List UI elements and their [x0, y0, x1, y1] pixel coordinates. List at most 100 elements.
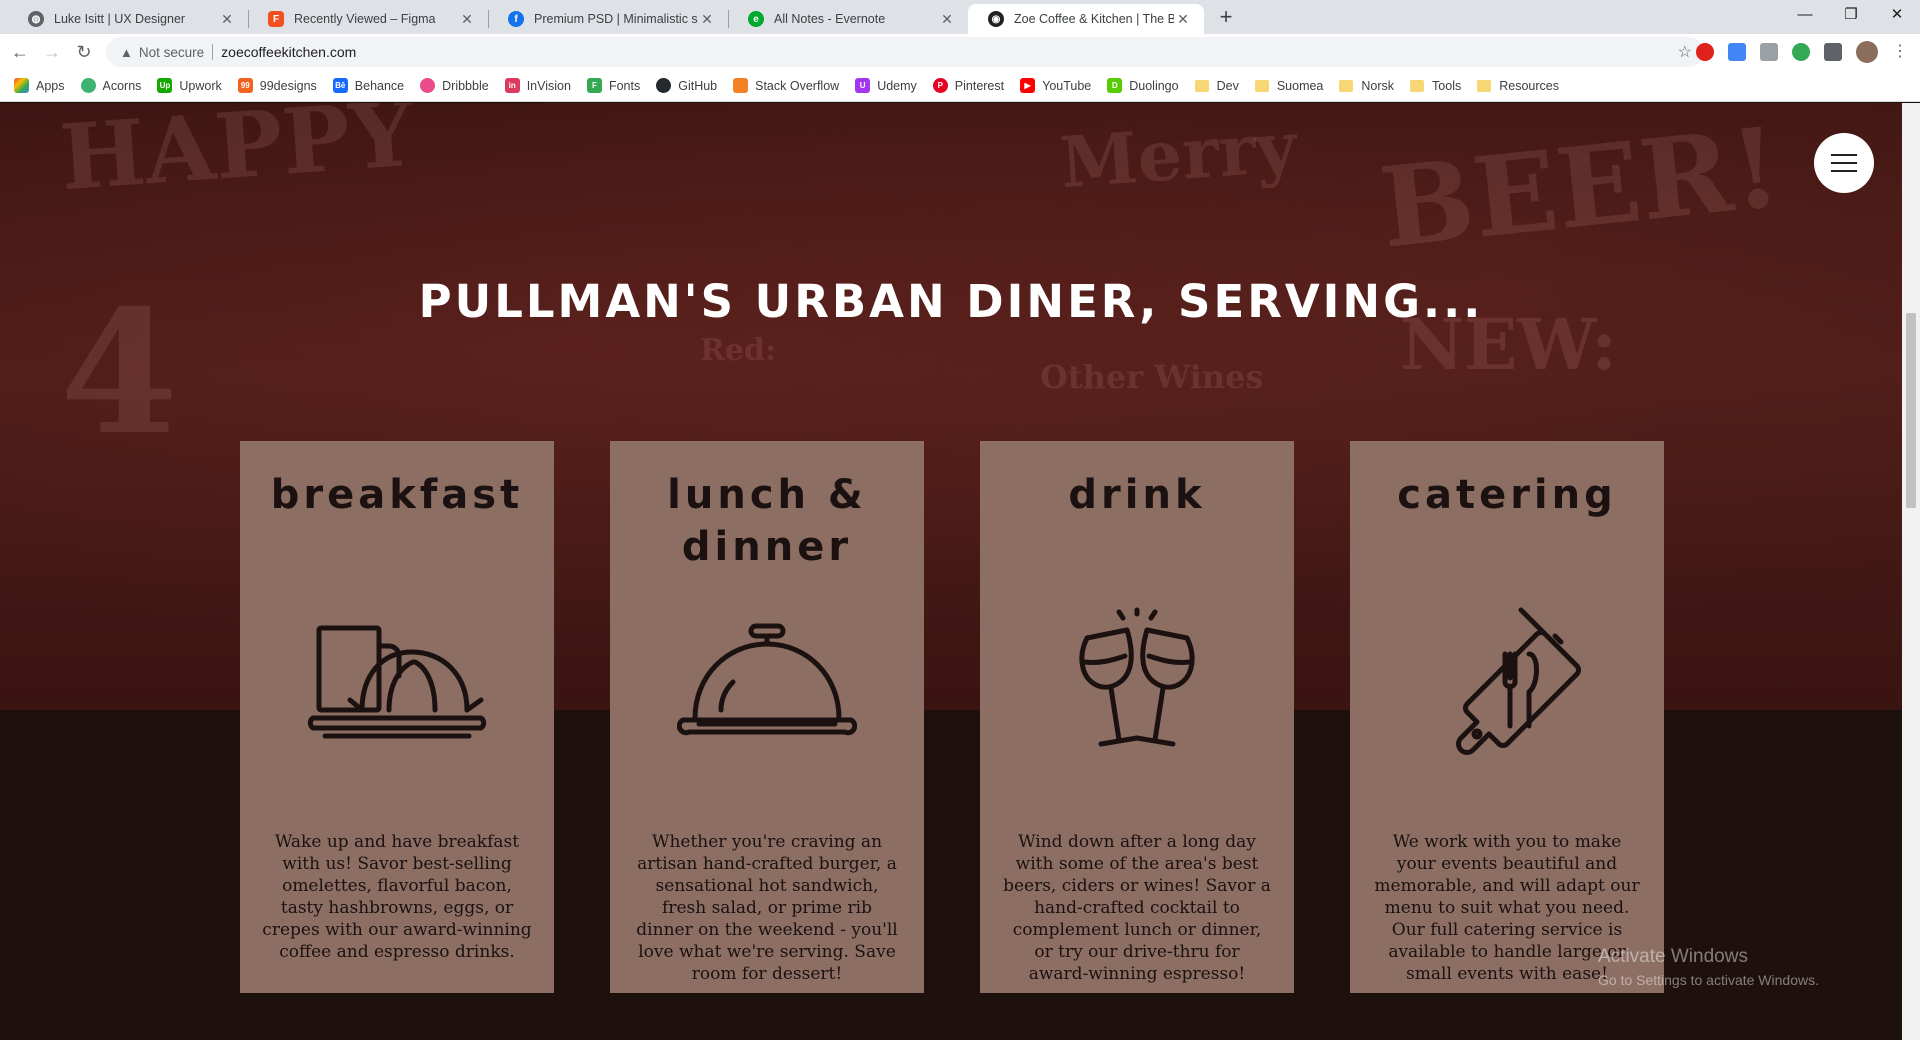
close-icon[interactable]: ✕	[1174, 11, 1192, 28]
play-extension-icon[interactable]	[1792, 43, 1810, 61]
chalkboard-decoration: BEER!	[1374, 103, 1787, 273]
bookmark-duolingo[interactable]: D Duolingo	[1107, 78, 1179, 93]
url-text[interactable]: zoecoffeekitchen.com	[221, 44, 356, 60]
tab-title: Zoe Coffee & Kitchen | The Best P	[1014, 12, 1174, 26]
restore-icon[interactable]: ❐	[1828, 0, 1874, 32]
bookmark-dribbble[interactable]: Dribbble	[420, 78, 489, 93]
tab-zoe-coffee[interactable]: ◉ Zoe Coffee & Kitchen | The Best P ✕	[968, 4, 1204, 34]
bookmark-folder-suomea[interactable]: Suomea	[1254, 79, 1323, 93]
card-title: lunch & dinner	[667, 472, 867, 570]
tab-premium-psd[interactable]: f Premium PSD | Minimalistic scene ✕	[488, 4, 728, 34]
address-bar[interactable]: ▲ Not secure zoecoffeekitchen.com ☆	[106, 37, 1704, 67]
tab-figma[interactable]: F Recently Viewed – Figma ✕	[248, 4, 488, 34]
bookmark-label: Resources	[1499, 78, 1559, 93]
bookmark-invision[interactable]: in InVision	[504, 78, 571, 93]
bookmark-folder-norsk[interactable]: Norsk	[1339, 79, 1394, 93]
page-scrollbar[interactable]	[1902, 103, 1920, 1040]
chalkboard-decoration: Red:	[700, 333, 777, 368]
acorns-icon	[80, 78, 96, 93]
udemy-icon: U	[855, 78, 871, 93]
puzzle-extensions-icon[interactable]	[1824, 43, 1842, 61]
globe-icon: ◍	[28, 11, 44, 27]
bookmark-label: Pinterest	[954, 78, 1005, 93]
bookmark-upwork[interactable]: Up Upwork	[157, 78, 222, 93]
minimize-icon[interactable]: —	[1782, 0, 1828, 32]
new-tab-button[interactable]: +	[1212, 5, 1240, 29]
browser-toolbar: ← → ↻ ▲ Not secure zoecoffeekitchen.com …	[0, 34, 1920, 70]
warning-icon: ▲	[120, 44, 133, 60]
opera-extension-icon[interactable]	[1696, 43, 1714, 61]
bookmark-label: Stack Overflow	[755, 78, 840, 93]
bookmark-stack-overflow[interactable]: Stack Overflow	[733, 78, 839, 93]
bookmark-folder-resources[interactable]: Resources	[1477, 79, 1559, 93]
card-breakfast[interactable]: breakfast Wake up and have breakfast wit…	[240, 441, 554, 993]
section-headline: PULLMAN'S URBAN DINER, SERVING...	[418, 275, 1484, 328]
profile-avatar[interactable]	[1856, 41, 1878, 63]
omnibox-divider	[212, 44, 214, 60]
chalkboard-decoration: HAPPY	[56, 103, 418, 212]
tab-title: Recently Viewed – Figma	[294, 12, 436, 26]
watermark-title: Activate Windows	[1598, 946, 1748, 967]
card-title: breakfast	[270, 472, 524, 518]
bookmark-youtube[interactable]: ▶ YouTube	[1020, 78, 1091, 93]
hamburger-menu-button[interactable]	[1814, 133, 1874, 193]
tab-luke-isitt[interactable]: ◍ Luke Isitt | UX Designer ✕	[8, 4, 248, 34]
close-icon[interactable]: ✕	[218, 11, 236, 28]
bookmark-folder-dev[interactable]: Dev	[1194, 78, 1239, 93]
bookmark-99designs[interactable]: 99 99designs	[237, 78, 317, 93]
tab-evernote[interactable]: e All Notes - Evernote ✕	[728, 4, 968, 34]
bookmark-label: Tools	[1432, 78, 1462, 93]
bookmark-folder-tools[interactable]: Tools	[1410, 79, 1461, 93]
card-drink[interactable]: drink Wind down after a long day with so…	[980, 441, 1294, 993]
bookmark-apps[interactable]: Apps	[14, 78, 65, 93]
cloche-icon	[677, 623, 857, 736]
tab-title: Luke Isitt | UX Designer	[54, 12, 186, 26]
bookmark-label: InVision	[526, 78, 571, 93]
scrollbar-thumb[interactable]	[1906, 313, 1916, 508]
bookmark-github[interactable]: GitHub	[656, 78, 717, 93]
bookmark-fonts[interactable]: F Fonts	[586, 78, 641, 93]
evernote-icon: e	[748, 11, 764, 27]
99designs-icon: 99	[237, 78, 253, 93]
menu-line	[1831, 170, 1857, 172]
bookmark-label: YouTube	[1042, 78, 1092, 93]
tab-title: Premium PSD | Minimalistic scene	[534, 12, 698, 26]
card-description: Wind down after a long day with some of …	[1003, 832, 1271, 984]
bookmark-label: Upwork	[179, 78, 222, 93]
figma-icon: F	[268, 11, 284, 27]
card-catering[interactable]: catering We work with you to make your e…	[1350, 441, 1664, 993]
bookmark-star-icon[interactable]: ☆	[1678, 42, 1692, 62]
back-arrow-icon[interactable]: ←	[6, 38, 34, 66]
pinterest-icon: P	[932, 78, 948, 93]
close-icon[interactable]: ✕	[938, 11, 956, 28]
bookmark-udemy[interactable]: U Udemy	[855, 78, 917, 93]
security-status: Not secure	[138, 44, 205, 60]
card-title: drink	[1068, 472, 1206, 518]
bookmark-pinterest[interactable]: P Pinterest	[932, 78, 1005, 93]
coffee-croissant-icon	[307, 625, 487, 739]
bookmark-acorns[interactable]: Acorns	[80, 78, 141, 93]
stackoverflow-icon	[733, 78, 749, 93]
bookmark-label: Duolingo	[1129, 78, 1179, 93]
close-icon[interactable]: ✕	[698, 11, 716, 28]
wine-toast-icon	[1079, 607, 1195, 747]
site-icon: ◉	[988, 11, 1004, 27]
cast-extension-icon[interactable]	[1760, 43, 1778, 61]
bookmark-label: 99designs	[259, 78, 317, 93]
forward-arrow-icon[interactable]: →	[38, 38, 66, 66]
bookmark-label: Dev	[1216, 78, 1239, 93]
card-lunch-dinner[interactable]: lunch & dinner Whether you're craving an…	[610, 441, 924, 993]
bookmark-label: Fonts	[608, 78, 641, 93]
translate-extension-icon[interactable]	[1728, 43, 1746, 61]
reload-icon[interactable]: ↻	[70, 38, 98, 66]
fonts-icon: F	[586, 78, 602, 93]
more-menu-icon[interactable]: ⋮	[1886, 38, 1914, 66]
dribbble-icon	[420, 78, 436, 93]
bookmark-behance[interactable]: Bē Behance	[332, 78, 405, 93]
close-icon[interactable]: ✕	[458, 11, 476, 28]
close-window-icon[interactable]: ✕	[1874, 0, 1920, 32]
folder-icon	[1410, 79, 1425, 92]
card-title: catering	[1397, 472, 1617, 518]
freepik-icon: f	[508, 11, 524, 27]
bookmark-label: Behance	[354, 78, 405, 93]
